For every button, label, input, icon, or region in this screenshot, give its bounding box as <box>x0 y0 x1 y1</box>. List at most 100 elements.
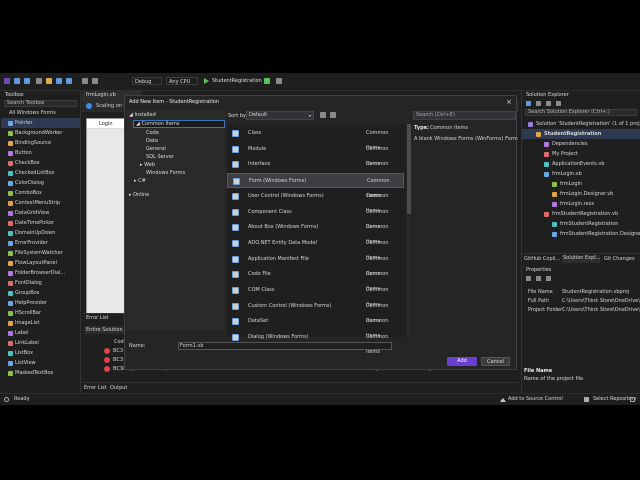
toolbox-item[interactable]: ListView <box>1 358 80 368</box>
solution-tree-item[interactable]: frmLogin.Designer.vb <box>522 189 640 199</box>
toolbox-item[interactable]: Pointer <box>1 118 80 128</box>
template-item[interactable]: ADO.NET Entity Data Model Common Items <box>227 236 404 261</box>
new-item-icon[interactable] <box>36 78 42 84</box>
toolbox-item[interactable]: MaskedTextBox <box>1 368 80 378</box>
toolbox-item[interactable]: LinkLabel <box>1 338 80 348</box>
tree-code[interactable]: Code <box>146 129 159 137</box>
tab-solution-explorer[interactable]: Solution Expl... <box>562 255 600 263</box>
toolbox-item[interactable]: BindingSource <box>1 138 80 148</box>
undo-icon[interactable] <box>82 78 88 84</box>
start-button[interactable]: StudentRegistration <box>210 77 264 85</box>
template-item[interactable]: Application Manifest File Common Items <box>227 252 404 277</box>
template-item[interactable]: About Box (Windows Forms) Common Items <box>227 220 404 245</box>
template-item[interactable]: COM Class Common Items <box>227 283 404 308</box>
toolbox-item[interactable]: ContextMenuStrip <box>1 198 80 208</box>
toolbox-item[interactable]: FileSystemWatcher <box>1 248 80 258</box>
alphabetical-icon[interactable] <box>536 276 541 281</box>
solution-tree-item[interactable]: ApplicationEvents.vb <box>522 159 640 169</box>
tree-general[interactable]: General <box>146 145 166 153</box>
toolbox-item[interactable]: BackgroundWorker <box>1 128 80 138</box>
toolbox-item[interactable]: FolderBrowserDial... <box>1 268 80 278</box>
solution-tree-item[interactable]: frmLogin.resx <box>522 199 640 209</box>
toolbox-item[interactable]: ErrorProvider <box>1 238 80 248</box>
template-item[interactable]: InterfaceCommon Items <box>227 157 404 182</box>
solution-tree-item[interactable]: frmStudentRegistration <box>522 219 640 229</box>
solution-tree-item[interactable]: My Project <box>522 149 640 159</box>
property-row[interactable]: Full Path C:\Users\Think Store\OneDrive\D… <box>522 297 640 306</box>
error-scope-dropdown[interactable]: Entire Solution <box>84 326 124 334</box>
start-without-debug-icon[interactable] <box>264 78 270 84</box>
template-item[interactable]: DataSet Common Items <box>227 314 404 339</box>
solution-tree-item[interactable]: frmStudentRegistration.vb <box>522 209 640 219</box>
tree-sql-server[interactable]: SQL Server <box>146 153 174 161</box>
toolbox-item[interactable]: ImageList <box>1 318 80 328</box>
template-item[interactable]: Form (Windows Forms) Common Items <box>227 173 404 199</box>
forward-icon[interactable] <box>24 78 30 84</box>
form-designer[interactable]: Login <box>86 118 126 328</box>
save-icon[interactable] <box>56 78 62 84</box>
template-item[interactable]: Component Class Common Items <box>227 205 404 230</box>
toolbox-item[interactable]: CheckBox <box>1 158 80 168</box>
toolbox-item[interactable]: Label <box>1 328 80 338</box>
tree-web[interactable]: ▸ Web <box>140 161 155 169</box>
solution-tree-item[interactable]: frmStudentRegistration.Designer.vb <box>522 229 640 239</box>
open-folder-icon[interactable] <box>46 78 52 84</box>
solution-tree-item[interactable]: StudentRegistration <box>522 129 640 139</box>
solution-tree-item[interactable]: frmLogin <box>522 179 640 189</box>
toolbox-item[interactable]: FontDialog <box>1 278 80 288</box>
tree-common-items[interactable]: ◢ Common Items <box>133 120 225 128</box>
config-dropdown[interactable]: Debug <box>132 77 162 85</box>
collapse-icon[interactable] <box>556 101 561 106</box>
notification-icon[interactable] <box>630 397 635 402</box>
hot-reload-icon[interactable] <box>276 78 282 84</box>
template-search[interactable]: Search (Ctrl+E) <box>413 111 516 120</box>
solution-search[interactable]: Search Solution Explorer (Ctrl+;) <box>525 109 637 116</box>
tab-github-copilot[interactable]: GitHub Copil... <box>524 256 560 262</box>
template-scrollbar[interactable] <box>407 124 411 337</box>
property-row[interactable]: Project Folder C:\Users\Think Store\OneDr… <box>522 306 640 315</box>
save-all-icon[interactable] <box>66 78 72 84</box>
tree-csharp[interactable]: ▸ C# <box>134 177 146 185</box>
tree-data[interactable]: Data <box>146 137 158 145</box>
toolbox-item[interactable]: Button <box>1 148 80 158</box>
back-icon[interactable] <box>14 78 20 84</box>
tree-windows-forms[interactable]: Windows Forms <box>146 169 185 177</box>
template-item[interactable]: User Control (Windows Forms) Common Items <box>227 189 404 214</box>
name-field[interactable]: Form1.vb <box>178 342 392 350</box>
wrench-icon[interactable] <box>546 276 551 281</box>
toolbox-group[interactable]: All Windows Forms <box>1 108 80 118</box>
platform-dropdown[interactable]: Any CPU <box>166 77 198 85</box>
categorized-icon[interactable] <box>526 276 531 281</box>
solution-tree-item[interactable]: Solution 'StudentRegistration' (1 of 1 p… <box>522 119 640 129</box>
tab-output[interactable]: Output <box>110 385 127 391</box>
toolbox-item[interactable]: ListBox <box>1 348 80 358</box>
toolbox-item[interactable]: ComboBox <box>1 188 80 198</box>
refresh-icon[interactable] <box>546 101 551 106</box>
close-icon[interactable]: × <box>504 97 514 107</box>
tab-error-list[interactable]: Error List <box>84 385 107 391</box>
toolbox-item[interactable]: HScrollBar <box>1 308 80 318</box>
toolbox-item[interactable]: DomainUpDown <box>1 228 80 238</box>
list-view-icon[interactable] <box>320 112 326 118</box>
toolbox-item[interactable]: GroupBox <box>1 288 80 298</box>
sync-icon[interactable] <box>536 101 541 106</box>
grid-view-icon[interactable] <box>330 112 336 118</box>
toolbox-item[interactable]: ColorDialog <box>1 178 80 188</box>
sort-dropdown[interactable]: Default ▾ <box>246 111 314 120</box>
toolbox-item[interactable]: DataGridView <box>1 208 80 218</box>
tree-installed[interactable]: ◢ Installed <box>129 111 156 119</box>
property-row[interactable]: File Name StudentRegistration.vbproj <box>522 288 640 297</box>
toolbox-item[interactable]: HelpProvider <box>1 298 80 308</box>
solution-tree-item[interactable]: frmLogin.vb <box>522 169 640 179</box>
solution-tree-item[interactable]: Dependencies <box>522 139 640 149</box>
toolbox-item[interactable]: FlowLayoutPanel <box>1 258 80 268</box>
add-button[interactable]: Add <box>447 357 477 366</box>
template-item[interactable]: Module Common Items <box>227 142 404 167</box>
home-icon[interactable] <box>526 101 531 106</box>
toolbox-search[interactable]: Search Toolbox <box>4 100 77 107</box>
toolbox-item[interactable]: DateTimePicker <box>1 218 80 228</box>
tab-git-changes[interactable]: Git Changes <box>604 256 638 262</box>
start-play-icon[interactable] <box>204 78 209 84</box>
cancel-button[interactable]: Cancel <box>481 357 510 366</box>
template-item[interactable]: Class Common Items <box>227 126 404 151</box>
